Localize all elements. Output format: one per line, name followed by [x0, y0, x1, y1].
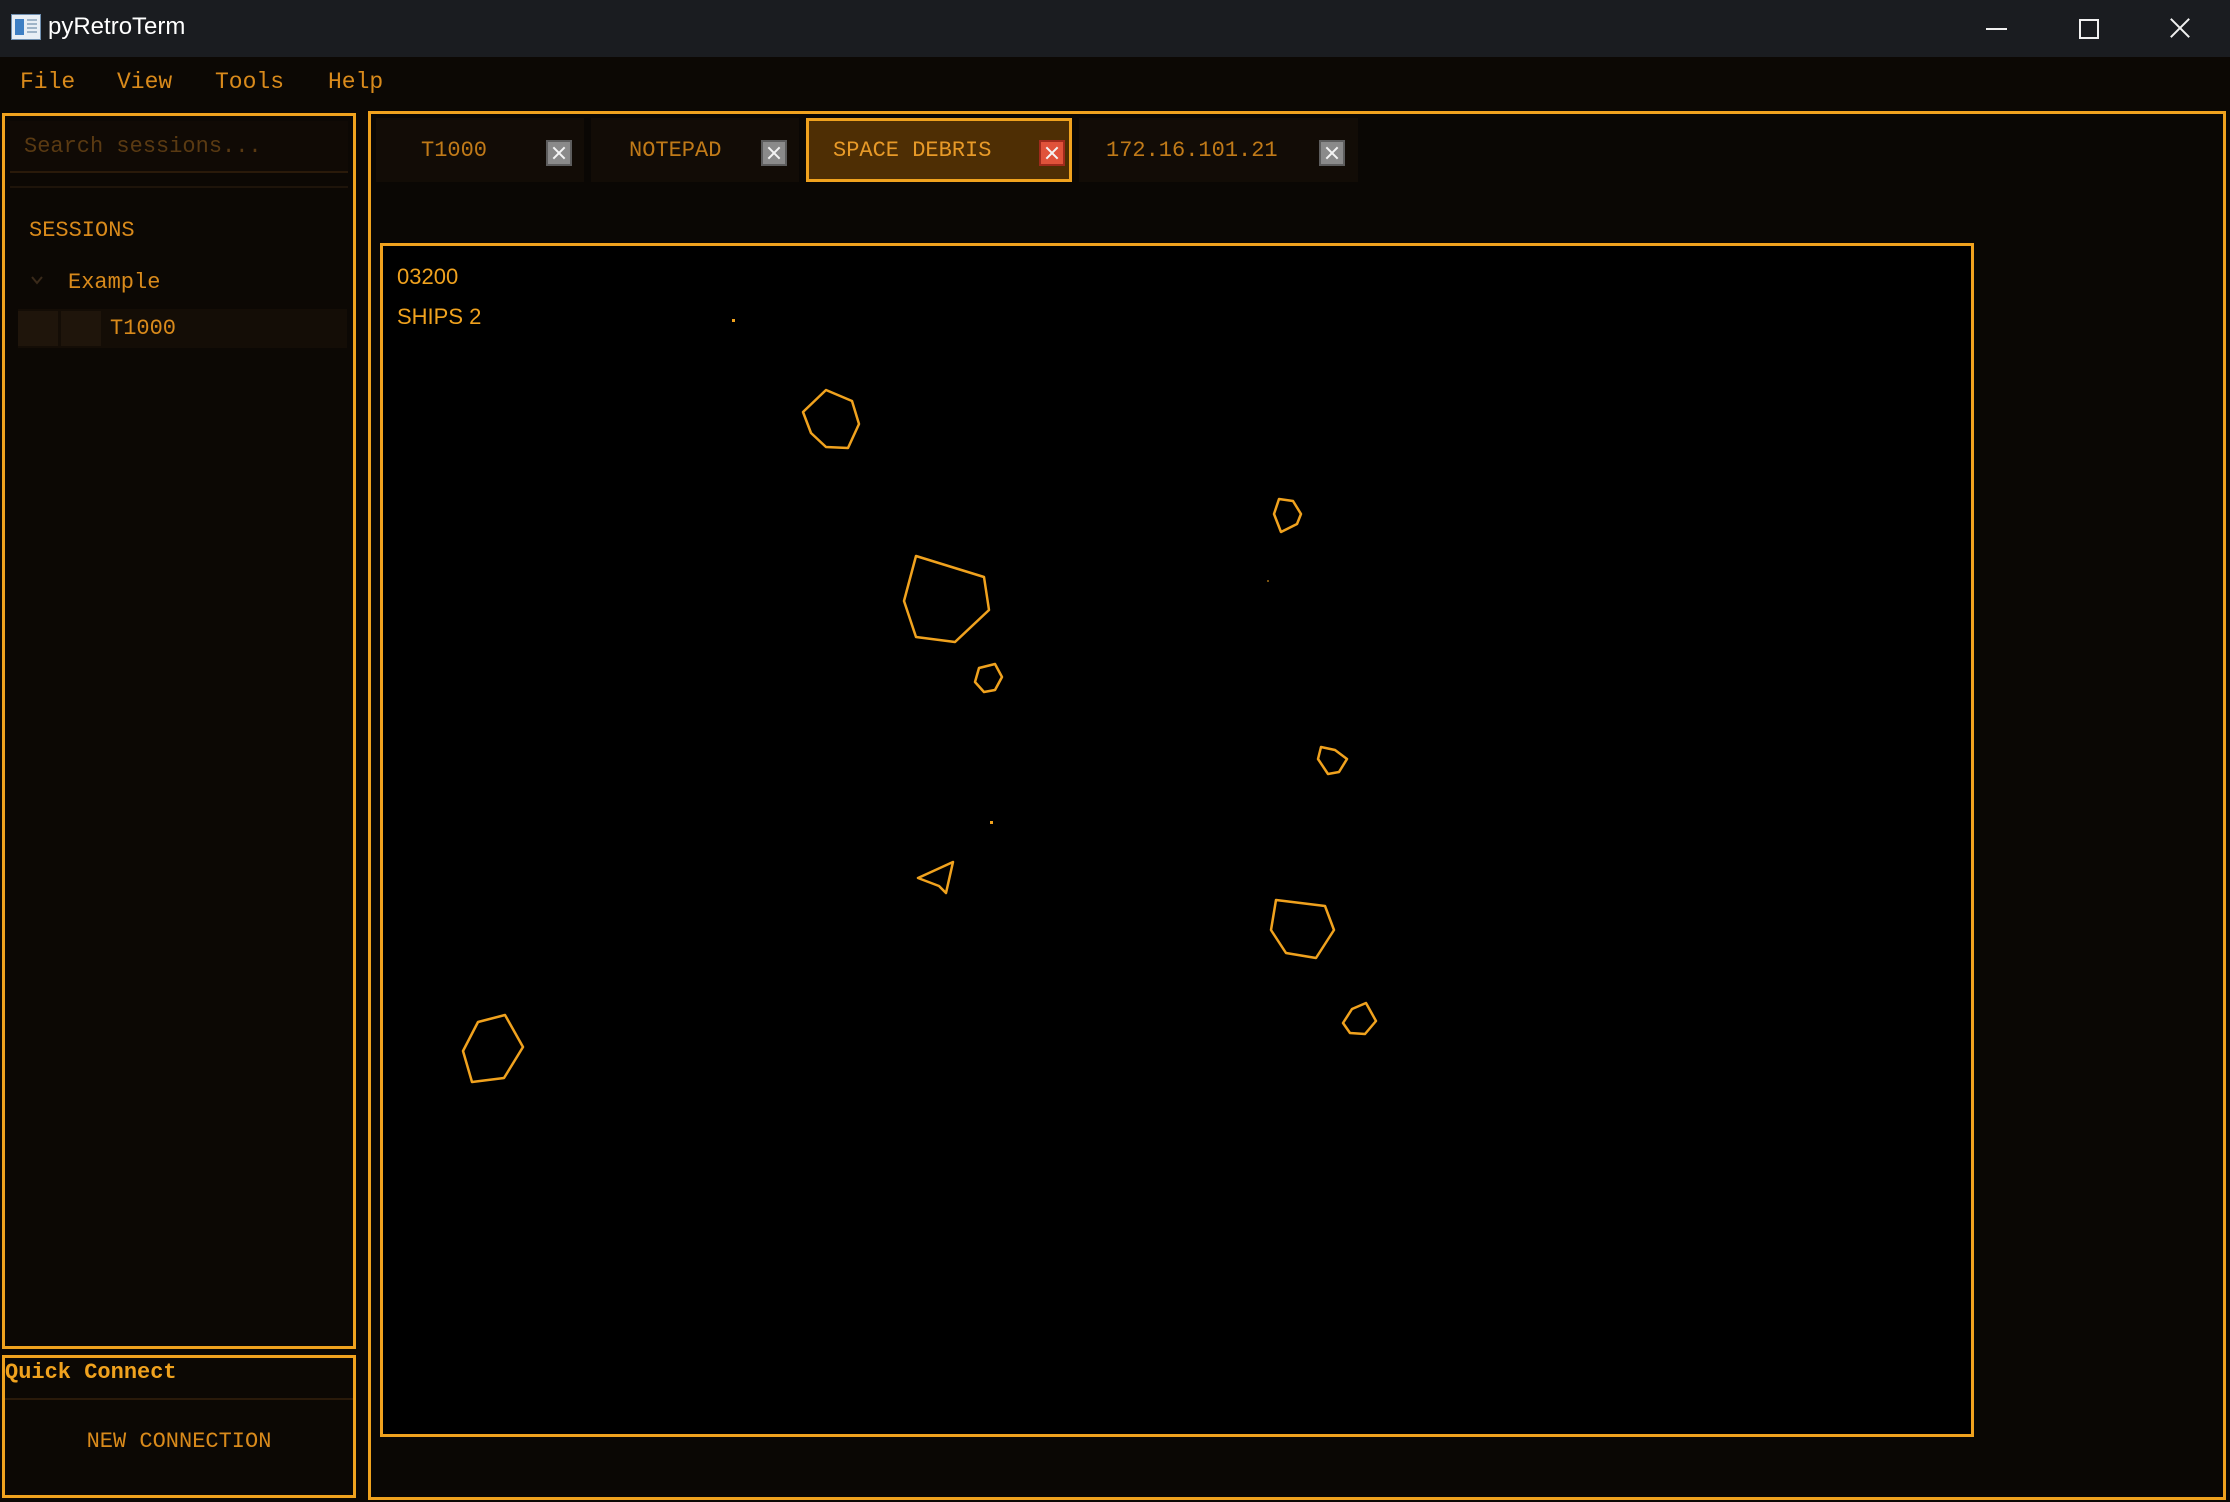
player-ship-icon	[916, 860, 955, 895]
sessions-sidebar: SESSIONS Example T1000	[2, 113, 356, 1349]
asteroid	[1269, 898, 1336, 960]
session-item-t1000[interactable]: T1000	[18, 309, 347, 348]
sidebar-divider	[10, 186, 348, 188]
quick-connect-title: Quick Connect	[5, 1360, 177, 1385]
asteroid	[461, 1013, 525, 1084]
close-icon[interactable]	[1039, 140, 1065, 166]
window-title: pyRetroTerm	[48, 13, 186, 40]
game-canvas[interactable]: 03200 SHIPS 2	[380, 243, 1974, 1437]
menu-file[interactable]: File	[20, 69, 75, 95]
maximize-button[interactable]	[2042, 0, 2134, 57]
game-playfield	[461, 319, 1378, 1084]
tab-t1000[interactable]: T1000	[376, 118, 584, 182]
close-icon[interactable]	[761, 140, 787, 166]
bullet	[732, 319, 735, 322]
asteroid	[801, 388, 861, 450]
sessions-heading: SESSIONS	[29, 218, 135, 243]
search-input[interactable]	[10, 121, 348, 173]
session-icon	[61, 311, 101, 346]
menu-view[interactable]: View	[117, 69, 172, 95]
asteroid	[1316, 745, 1349, 776]
title-bar: pyRetroTerm	[0, 0, 2230, 57]
quick-connect-divider	[5, 1398, 353, 1400]
session-icon	[18, 311, 58, 346]
quick-connect-panel: Quick Connect NEW CONNECTION	[2, 1355, 356, 1498]
asteroid	[973, 662, 1004, 694]
asteroid	[1341, 1001, 1378, 1036]
tab-space-debris[interactable]: SPACE DEBRIS	[806, 118, 1072, 182]
chevron-down-icon[interactable]	[31, 274, 43, 286]
new-connection-button[interactable]: NEW CONNECTION	[5, 1422, 353, 1462]
tab-label: 172.16.101.21	[1106, 138, 1278, 163]
tab-strip: T1000 NOTEPAD SPACE DEBRIS 172.16.101.21	[376, 118, 1776, 182]
tab-172-16-101-21[interactable]: 172.16.101.21	[1079, 118, 1358, 182]
folder-example[interactable]: Example	[68, 270, 160, 295]
main-panel: T1000 NOTEPAD SPACE DEBRIS 172.16.101.21	[368, 111, 2226, 1500]
menu-tools[interactable]: Tools	[215, 69, 284, 95]
close-icon[interactable]	[1319, 140, 1345, 166]
session-item-label: T1000	[110, 316, 177, 341]
menu-help[interactable]: Help	[328, 69, 383, 95]
menu-bar: File View Tools Help	[0, 57, 2230, 111]
tab-label: T1000	[421, 138, 488, 163]
debris-particle	[1267, 580, 1269, 582]
tab-label: NOTEPAD	[629, 138, 722, 163]
tab-notepad[interactable]: NOTEPAD	[591, 118, 799, 182]
close-window-button[interactable]	[2134, 0, 2226, 57]
bullet	[990, 821, 993, 824]
ships-remaining: SHIPS 2	[397, 304, 482, 329]
asteroid	[1272, 497, 1303, 534]
close-icon[interactable]	[546, 140, 572, 166]
minimize-button[interactable]	[1950, 0, 2042, 57]
score-display: 03200	[397, 264, 459, 289]
asteroid	[902, 554, 991, 644]
tab-label: SPACE DEBRIS	[833, 138, 992, 163]
app-icon	[11, 14, 41, 40]
